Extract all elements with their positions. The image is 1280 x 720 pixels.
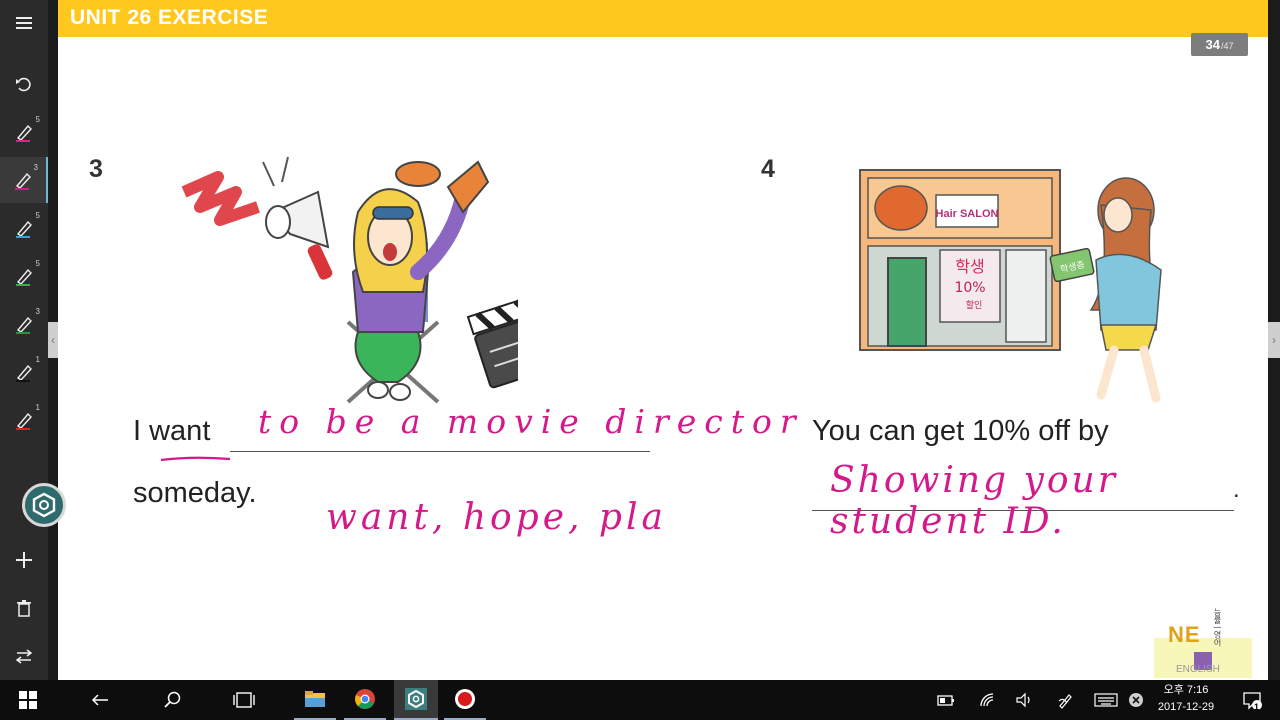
pen-icon bbox=[15, 172, 31, 190]
trash-icon bbox=[17, 600, 31, 617]
logo-brand: NE bbox=[1168, 622, 1201, 647]
chrome-icon bbox=[355, 689, 375, 709]
hexagon-gear-icon bbox=[32, 492, 56, 518]
tablet-mode-button[interactable] bbox=[932, 680, 960, 720]
pen-icon bbox=[16, 124, 32, 142]
pen-workspace-icon bbox=[1058, 694, 1072, 709]
clock-time: 오후 7:16 bbox=[1163, 684, 1209, 696]
start-button[interactable] bbox=[8, 680, 48, 720]
battery-icon bbox=[937, 695, 954, 706]
page-indicator: 34/47 bbox=[1191, 33, 1248, 56]
file-explorer-app[interactable] bbox=[294, 680, 336, 720]
exercise-number: 4 bbox=[761, 155, 775, 183]
notification-icon bbox=[1243, 692, 1262, 710]
hexagon-app-icon bbox=[405, 688, 427, 710]
poster-line: 10% bbox=[954, 280, 985, 296]
undo-icon bbox=[16, 77, 31, 92]
prev-page-button[interactable]: ‹ bbox=[48, 322, 58, 358]
pen-tool-red[interactable]: 1 bbox=[0, 397, 48, 443]
handwritten-underline bbox=[160, 456, 231, 462]
logo-sub: ENGLISH bbox=[1176, 664, 1220, 675]
task-view-button[interactable] bbox=[224, 680, 264, 720]
page-title: UNIT 26 EXERCISE bbox=[70, 6, 269, 29]
publisher-logo: NE ENGLISH 능률 | 영어 bbox=[1154, 600, 1254, 678]
exercise-suffix: someday. bbox=[133, 477, 257, 509]
pen-tool-green[interactable]: 5 bbox=[0, 253, 48, 299]
chevron-right-icon: › bbox=[1272, 333, 1276, 347]
chevron-left-icon: ‹ bbox=[51, 333, 55, 347]
drawing-toolbar: 5 3 5 5 3 1 1 bbox=[0, 0, 48, 680]
menu-button[interactable] bbox=[0, 0, 48, 46]
close-ime-button[interactable] bbox=[1124, 680, 1148, 720]
pen-icon bbox=[16, 364, 32, 382]
back-button[interactable] bbox=[80, 680, 120, 720]
windows-icon bbox=[19, 691, 37, 709]
handwritten-answer: Showing your student ID. bbox=[830, 460, 1118, 542]
pen-tool-blue[interactable]: 5 bbox=[0, 205, 48, 251]
handwritten-note: want, hope, pla bbox=[326, 497, 667, 538]
answer-blank[interactable] bbox=[230, 451, 650, 452]
pen-tool-black[interactable]: 1 bbox=[0, 349, 48, 395]
wifi-icon bbox=[980, 693, 994, 707]
swap-arrows-icon bbox=[15, 649, 33, 664]
pen-icon bbox=[16, 412, 32, 430]
exercise-prefix: I want bbox=[133, 415, 211, 447]
pen-icon bbox=[16, 316, 32, 334]
system-clock[interactable]: 오후 7:16 2017-12-29 bbox=[1148, 682, 1224, 716]
swap-side-button[interactable] bbox=[0, 633, 48, 679]
folder-icon bbox=[305, 691, 325, 707]
pen-icon bbox=[16, 220, 32, 238]
total-pages: /47 bbox=[1220, 41, 1234, 51]
close-circle-icon bbox=[1129, 693, 1143, 707]
action-center-button[interactable]: 1 bbox=[1232, 680, 1272, 720]
exercise-number: 3 bbox=[89, 155, 103, 183]
speaker-icon bbox=[1016, 692, 1030, 708]
hamburger-icon bbox=[16, 17, 32, 29]
arrow-left-icon bbox=[91, 694, 108, 706]
handwritten-answer: to be a movie director bbox=[258, 402, 804, 441]
chrome-app[interactable] bbox=[344, 680, 386, 720]
touch-keyboard-button[interactable] bbox=[1092, 680, 1120, 720]
exercise-prefix: You can get 10% off by bbox=[812, 415, 1109, 447]
next-page-button[interactable]: › bbox=[1268, 322, 1280, 358]
pen-tool-magenta[interactable]: 3 bbox=[0, 157, 48, 203]
clock-date: 2017-12-29 bbox=[1157, 701, 1215, 713]
salon-sign-text: Hair SALON bbox=[936, 208, 999, 220]
undo-button[interactable] bbox=[0, 61, 48, 107]
pen-workspace-button[interactable] bbox=[1054, 680, 1078, 720]
network-button[interactable] bbox=[976, 680, 1000, 720]
notification-count: 1 bbox=[1254, 702, 1260, 712]
taskbar: 오후 7:16 2017-12-29 1 bbox=[0, 680, 1280, 720]
delete-button[interactable] bbox=[0, 585, 48, 631]
poster-line: 할인 bbox=[966, 300, 983, 311]
hair-salon-illustration: Hair SALON 학생 10% 할인 학생증 bbox=[859, 169, 1162, 403]
recorder-app[interactable] bbox=[444, 680, 486, 720]
app-window: 5 3 5 5 3 1 1 UNIT 26 EXERCISE 34 /47 3 … bbox=[0, 0, 1280, 720]
poster-line: 학생 bbox=[955, 257, 984, 276]
floating-menu-button[interactable] bbox=[22, 483, 66, 527]
task-view-icon bbox=[233, 692, 255, 708]
pen-tool-green-thick[interactable]: 3 bbox=[0, 301, 48, 347]
search-icon bbox=[164, 691, 181, 708]
pen-tool-pink[interactable]: 5 bbox=[0, 109, 48, 155]
unit-header: UNIT 26 EXERCISE bbox=[58, 0, 1268, 37]
pen-icon bbox=[16, 268, 32, 286]
whiteboard-app[interactable] bbox=[394, 680, 438, 720]
plus-icon bbox=[16, 552, 32, 568]
search-button[interactable] bbox=[152, 680, 192, 720]
movie-director-illustration bbox=[181, 156, 518, 404]
record-icon bbox=[455, 689, 475, 709]
add-button[interactable] bbox=[0, 537, 48, 583]
current-page: 34 bbox=[1205, 37, 1220, 52]
exercise-page: UNIT 26 EXERCISE 34/47 3 I want someday.… bbox=[58, 0, 1268, 680]
keyboard-icon bbox=[1094, 693, 1118, 707]
volume-button[interactable] bbox=[1012, 680, 1036, 720]
logo-side-text: 능률 | 영어 bbox=[1213, 608, 1222, 647]
